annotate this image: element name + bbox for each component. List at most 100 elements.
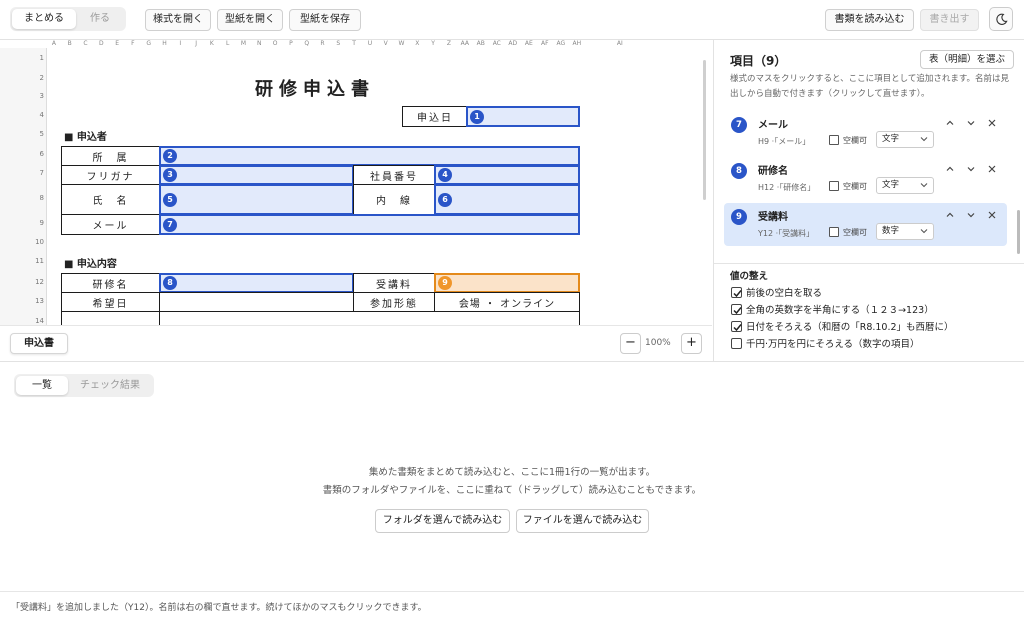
column-label: AB bbox=[476, 40, 485, 47]
choose-folder-button[interactable]: フォルダを選んで読み込む bbox=[375, 509, 510, 533]
item-row-course[interactable]: 8 研修名 H12 ·「研修名」 空欄可 文字 bbox=[724, 157, 1007, 200]
close-icon[interactable] bbox=[986, 163, 998, 175]
normalize-label: 日付をそろえる（和暦の「R8.10.2」も西暦に） bbox=[746, 322, 954, 333]
normalize-option[interactable]: 全角の英数字を半角にする（１２３→123） bbox=[731, 302, 934, 316]
open-template-button[interactable]: 型紙を開く bbox=[217, 9, 283, 31]
format-value-cell[interactable]: 会場 ・ オンライン bbox=[434, 292, 580, 312]
item-row-mail[interactable]: 7 メール H9 ·「メール」 空欄可 文字 bbox=[724, 111, 1007, 154]
dept-field-cell[interactable]: 2 bbox=[159, 146, 580, 166]
empno-field-cell[interactable]: 4 bbox=[434, 165, 580, 185]
mode-create-tab[interactable]: 作る bbox=[76, 9, 124, 29]
wishdate-label-cell[interactable]: 希望日 bbox=[61, 292, 160, 312]
course-label-cell[interactable]: 研修名 bbox=[61, 273, 160, 293]
load-documents-button[interactable]: 書類を読み込む bbox=[825, 9, 914, 31]
wishdate-value-cell[interactable] bbox=[159, 292, 354, 312]
export-button[interactable]: 書き出す bbox=[920, 9, 979, 31]
item-number: 7 bbox=[731, 117, 747, 133]
move-up-icon[interactable] bbox=[944, 117, 956, 129]
kana-label: フリガナ bbox=[86, 171, 135, 183]
column-label: L bbox=[226, 40, 230, 47]
form-title: 研修申込書 bbox=[255, 79, 375, 100]
move-down-icon[interactable] bbox=[965, 117, 977, 129]
type-value: 文字 bbox=[882, 134, 900, 144]
items-scrollbar[interactable] bbox=[1017, 210, 1020, 254]
close-icon[interactable] bbox=[986, 209, 998, 221]
column-label: AA bbox=[460, 40, 469, 47]
open-style-button[interactable]: 様式を開く bbox=[145, 9, 211, 31]
type-select[interactable]: 文字 bbox=[876, 131, 934, 148]
close-icon[interactable] bbox=[986, 117, 998, 129]
row14-value-cell[interactable] bbox=[159, 311, 580, 325]
course-field-cell[interactable]: 8 bbox=[159, 273, 354, 293]
ext-field-cell[interactable]: 6 bbox=[434, 184, 580, 215]
empty-ok-checkbox[interactable] bbox=[829, 181, 839, 191]
move-down-icon[interactable] bbox=[965, 209, 977, 221]
pick-table-button[interactable]: 表（明細）を選ぶ bbox=[920, 50, 1015, 69]
kana-field-cell[interactable]: 3 bbox=[159, 165, 354, 185]
tab-list[interactable]: 一覧 bbox=[16, 376, 68, 395]
theme-toggle[interactable] bbox=[989, 7, 1013, 31]
field-badge: 1 bbox=[470, 109, 484, 124]
normalize-option[interactable]: 日付をそろえる（和暦の「R8.10.2」も西暦に） bbox=[731, 319, 954, 333]
zoom-out-button[interactable]: − bbox=[620, 333, 641, 354]
normalize-option[interactable]: 千円·万円を円にそろえる（数字の項目） bbox=[731, 336, 920, 350]
column-label: M bbox=[240, 40, 247, 47]
move-up-icon[interactable] bbox=[944, 209, 956, 221]
tab-check-results[interactable]: チェック結果 bbox=[68, 376, 152, 395]
checkbox-checked[interactable] bbox=[731, 286, 742, 298]
type-select[interactable]: 数字 bbox=[876, 223, 934, 240]
save-template-button[interactable]: 型紙を保存 bbox=[289, 9, 361, 31]
item-name[interactable]: 受講料 bbox=[758, 208, 788, 223]
column-label: S bbox=[336, 40, 341, 47]
kana-label-cell[interactable]: フリガナ bbox=[61, 165, 160, 185]
checkbox-checked[interactable] bbox=[731, 320, 742, 332]
column-label: C bbox=[83, 40, 88, 47]
date-field-cell[interactable]: 1 bbox=[466, 106, 580, 127]
column-label: AF bbox=[541, 40, 549, 47]
field-badge: 7 bbox=[163, 217, 177, 232]
mail-label-cell[interactable]: メール bbox=[61, 214, 160, 235]
check-icon bbox=[733, 323, 742, 331]
empno-label-cell[interactable]: 社員番号 bbox=[353, 165, 435, 185]
zoom-level: 100% bbox=[645, 338, 671, 348]
item-name[interactable]: 研修名 bbox=[758, 162, 788, 177]
column-label: V bbox=[383, 40, 388, 47]
mode-switch: まとめる 作る bbox=[10, 7, 126, 31]
row-label: 4 bbox=[39, 111, 44, 119]
sheet-scrollbar[interactable] bbox=[703, 60, 706, 200]
normalize-option[interactable]: 前後の空白を取る bbox=[731, 285, 822, 299]
item-name[interactable]: メール bbox=[758, 116, 788, 131]
sheet-footer: 申込書 − 100% + bbox=[0, 325, 712, 361]
name-label-cell[interactable]: 氏 名 bbox=[61, 184, 160, 215]
zoom-in-button[interactable]: + bbox=[681, 333, 702, 354]
move-down-icon[interactable] bbox=[965, 163, 977, 175]
row-label: 11 bbox=[35, 257, 44, 265]
choose-file-button[interactable]: ファイルを選んで読み込む bbox=[516, 509, 649, 533]
mode-summary-tab[interactable]: まとめる bbox=[12, 9, 76, 29]
item-row-fee[interactable]: 9 受講料 Y12 ·「受講料」 空欄可 数字 bbox=[724, 203, 1007, 246]
column-label: G bbox=[146, 40, 152, 47]
item-ref: H9 ·「メール」 bbox=[758, 137, 811, 146]
mail-field-cell[interactable]: 7 bbox=[159, 214, 580, 235]
dept-label-cell[interactable]: 所 属 bbox=[61, 146, 160, 166]
sheet-tab-application[interactable]: 申込書 bbox=[10, 333, 68, 354]
normalize-title: 値の整え bbox=[730, 271, 769, 282]
format-label-cell[interactable]: 参加形態 bbox=[353, 292, 435, 312]
wishdate-label: 希望日 bbox=[92, 298, 129, 310]
name-field-cell[interactable]: 5 bbox=[159, 184, 354, 215]
ext-label-cell[interactable]: 内 線 bbox=[353, 184, 435, 215]
row14-label-cell[interactable] bbox=[61, 311, 160, 325]
fee-label-cell[interactable]: 受講料 bbox=[353, 273, 435, 293]
checkbox-unchecked[interactable] bbox=[731, 337, 742, 349]
column-label: AH bbox=[572, 40, 582, 47]
fee-field-cell[interactable]: 9 bbox=[434, 273, 580, 293]
column-label: I bbox=[179, 40, 182, 47]
type-select[interactable]: 文字 bbox=[876, 177, 934, 194]
empty-ok-checkbox[interactable] bbox=[829, 135, 839, 145]
row-label: 7 bbox=[39, 169, 44, 177]
empty-ok-checkbox[interactable] bbox=[829, 227, 839, 237]
move-up-icon[interactable] bbox=[944, 163, 956, 175]
date-label-cell[interactable]: 申込日 bbox=[402, 106, 468, 127]
checkbox-checked[interactable] bbox=[731, 303, 742, 315]
format-value: 会場 ・ オンライン bbox=[458, 298, 556, 310]
